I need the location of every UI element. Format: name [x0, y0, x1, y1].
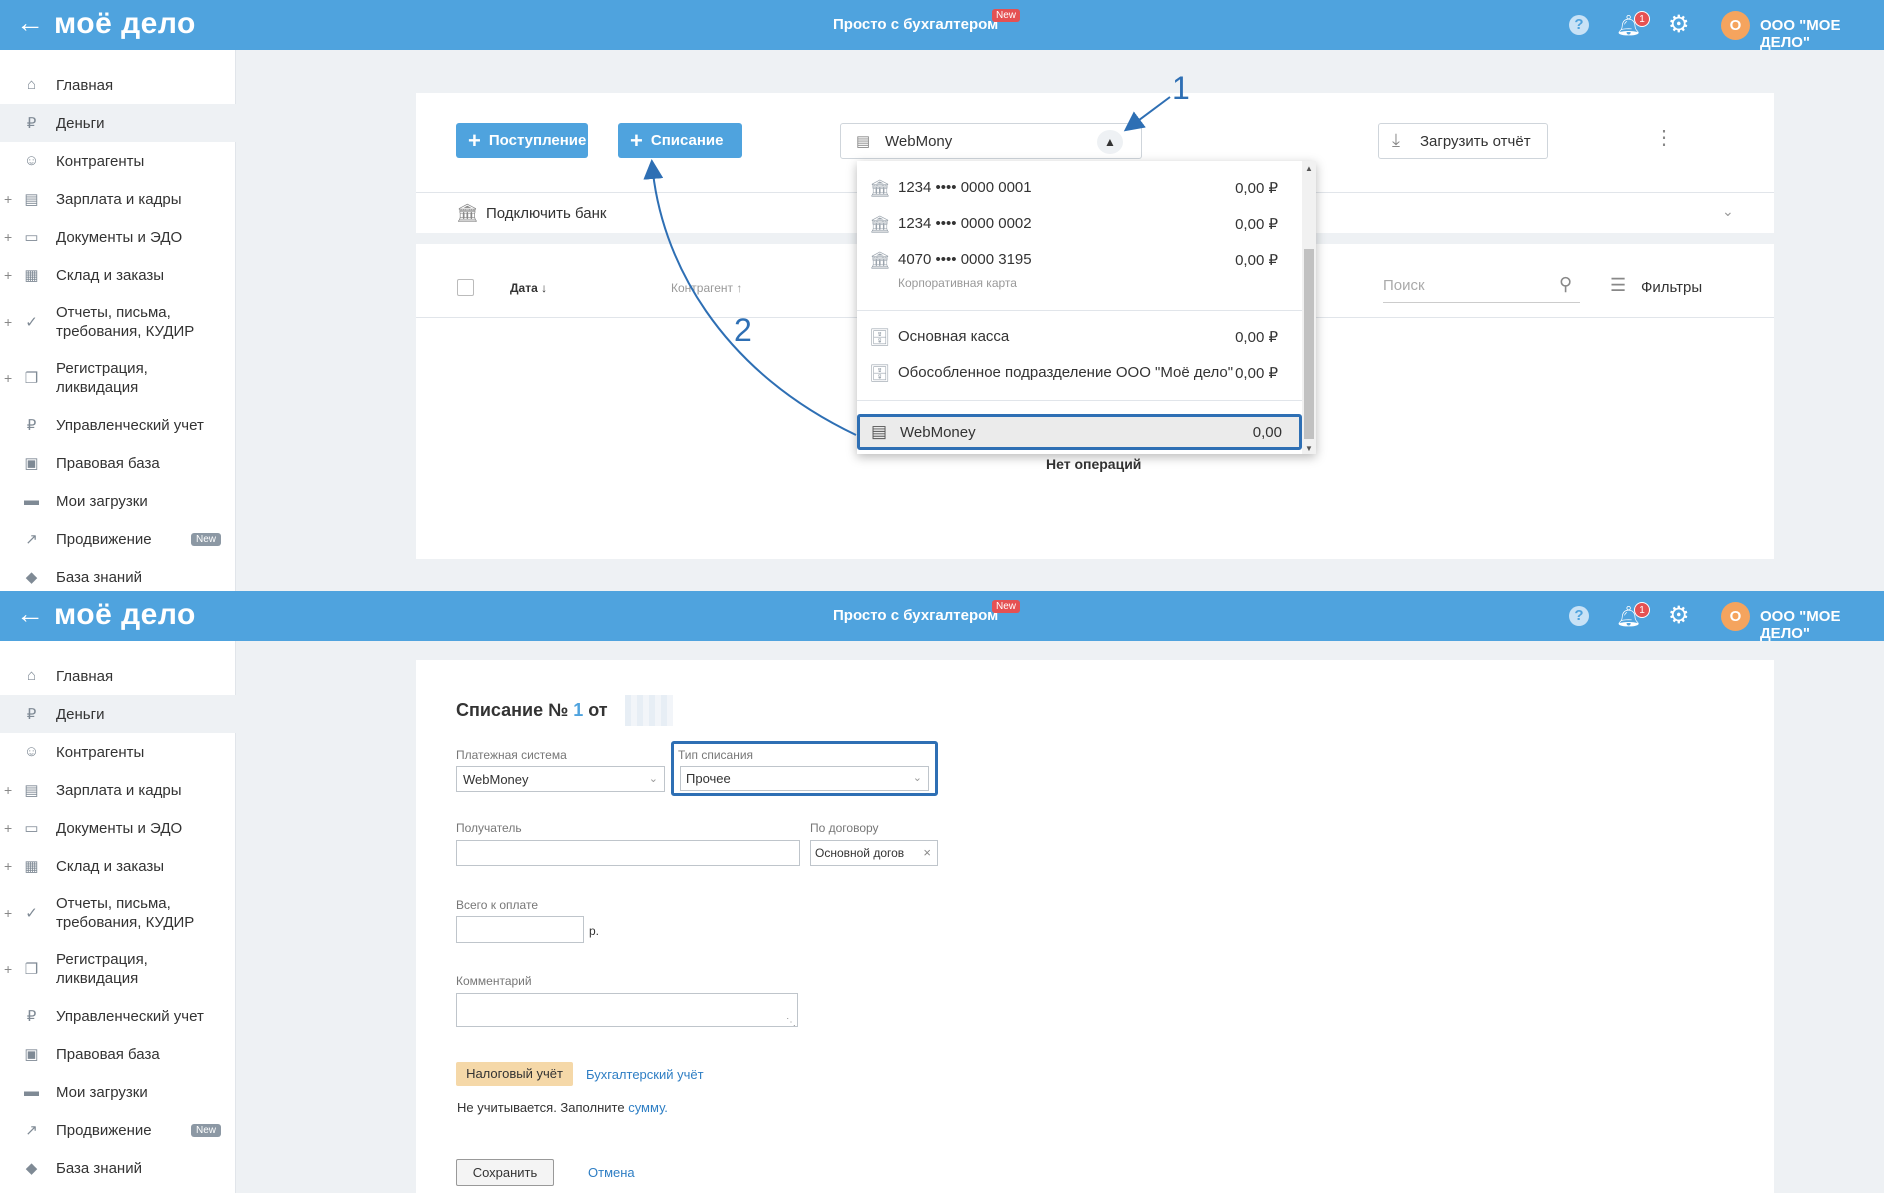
sum-link[interactable]: сумму.: [628, 1100, 668, 1115]
recipient-label: Получатель: [456, 821, 522, 835]
sidebar-item[interactable]: + ▭ Документы и ЭДО: [0, 809, 236, 847]
payment-system-label: Платежная система: [456, 748, 567, 762]
contract-select[interactable]: Основной догов ×: [810, 840, 938, 866]
total-input[interactable]: [456, 916, 584, 943]
back-arrow-icon[interactable]: ←: [16, 600, 44, 628]
sidebar-item[interactable]: ◆ База знаний: [0, 1149, 236, 1187]
sidebar-item-label: Главная: [56, 667, 114, 685]
write-off-type-highlight: Тип списания Прочее ⌄: [671, 741, 938, 796]
expand-plus-icon[interactable]: +: [4, 858, 12, 874]
new-badge: New: [191, 1123, 222, 1137]
sidebar-item-label: Регистрация, ликвидация: [56, 951, 148, 987]
sidebar-item[interactable]: ☺ Контрагенты: [0, 733, 236, 771]
gear-icon[interactable]: ⚙: [1668, 601, 1690, 630]
sidebar-item-label: Продвижение: [56, 1121, 152, 1139]
sidebar-item[interactable]: + ▤ Зарплата и кадры: [0, 771, 236, 809]
warehouse-icon: ▦: [24, 858, 39, 875]
sidebar-item-label: Деньги: [56, 705, 105, 723]
write-off-type-value: Прочее: [686, 771, 731, 786]
sidebar-item[interactable]: ↗ Продвижение New: [0, 1111, 236, 1149]
logo[interactable]: моё дело: [54, 598, 196, 632]
folder-icon: ▬: [24, 1083, 39, 1100]
money-icon: ₽: [26, 706, 37, 723]
save-button[interactable]: Сохранить: [456, 1159, 554, 1186]
annotation-arrow-1: [1123, 96, 1171, 132]
registration-icon: ❐: [24, 961, 39, 978]
payment-system-value: WebMoney: [463, 772, 529, 787]
sidebar-item[interactable]: ₽ Управленческий учет: [0, 997, 236, 1035]
sidebar-item[interactable]: + ❐ Регистрация, ликвидация: [0, 941, 236, 997]
sidebar-item[interactable]: ▬ Мои загрузки: [0, 1073, 236, 1111]
cancel-link[interactable]: Отмена: [588, 1165, 635, 1180]
annotation-2-label: 2: [734, 312, 752, 348]
salary-icon: ▤: [24, 782, 39, 799]
sidebar-item-label: Контрагенты: [56, 743, 145, 761]
expand-plus-icon[interactable]: +: [4, 905, 12, 921]
expand-plus-icon[interactable]: +: [4, 782, 12, 798]
documents-icon: ▭: [24, 820, 39, 837]
expand-plus-icon[interactable]: +: [4, 961, 12, 977]
sidebar-item[interactable]: ⌂ Главная: [0, 657, 236, 695]
resize-handle-icon[interactable]: ⋱: [786, 1017, 796, 1028]
sidebar-item-label: Документы и ЭДО: [56, 819, 183, 837]
annotation-1-label: 1: [1172, 70, 1190, 106]
money-screen: ← моё дело Просто с бухгалтером New ? 🔔︎…: [0, 0, 1884, 591]
sidebar-item-label: Отчеты, письма, требования, КУДИР: [56, 895, 195, 931]
tab-bookkeeping[interactable]: Бухгалтерский учёт: [586, 1067, 704, 1082]
knowledge-icon: ◆: [25, 1160, 38, 1177]
reports-icon: ✓: [25, 905, 38, 922]
form-title: Списание № 1 от: [456, 700, 608, 720]
contract-label: По договору: [810, 821, 879, 835]
help-icon[interactable]: ?: [1569, 606, 1589, 626]
home-icon: ⌂: [26, 667, 37, 684]
sidebar-item-label: Управленческий учет: [56, 1007, 204, 1025]
write-off-type-label: Тип списания: [678, 748, 754, 762]
clear-icon[interactable]: ×: [923, 845, 931, 860]
recipient-input[interactable]: [456, 840, 800, 866]
comment-textarea[interactable]: ⋱: [456, 993, 798, 1028]
tagline[interactable]: Просто с бухгалтером: [833, 607, 998, 624]
sidebar-item[interactable]: ₽ Деньги: [0, 695, 236, 733]
contractors-icon: ☺: [23, 743, 40, 760]
chevron-down-icon: ⌄: [912, 772, 922, 784]
write-off-screen: ← моё дело Просто с бухгалтером New ? 🔔︎…: [0, 591, 1884, 1193]
sidebar: ⌂ Главная ₽ Деньги ☺ Контрагенты + ▤ Зарплата и …: [0, 641, 236, 1193]
comment-label: Комментарий: [456, 974, 532, 988]
sidebar-item-label: База знаний: [56, 1159, 142, 1177]
org-name[interactable]: ООО "МОЕ ДЕЛО": [1760, 608, 1884, 642]
not-counted-note: Не учитывается. Заполните сумму.: [457, 1100, 668, 1115]
new-badge: New: [992, 600, 1021, 613]
sidebar-item-label: Склад и заказы: [56, 857, 165, 875]
top-bar: ← моё дело Просто с бухгалтером New ? 🔔︎…: [0, 591, 1884, 642]
promo-icon: ↗: [25, 1122, 38, 1139]
avatar[interactable]: О: [1721, 602, 1750, 631]
payment-system-select[interactable]: WebMoney ⌄: [456, 766, 665, 792]
sidebar-item[interactable]: + ✓ Отчеты, письма, требования, КУДИР: [0, 885, 236, 941]
management-icon: ₽: [26, 1008, 37, 1025]
sidebar-item-label: Правовая база: [56, 1045, 160, 1063]
chevron-down-icon: ⌄: [648, 773, 658, 785]
expand-plus-icon[interactable]: +: [4, 820, 12, 836]
annotation-arrow-2: [643, 159, 857, 436]
annotation-arrows: [643, 96, 1171, 436]
sidebar-item-label: Зарплата и кадры: [56, 781, 182, 799]
contract-value: Основной догов: [815, 846, 905, 860]
blurred-date: [625, 695, 673, 726]
law-icon: ▣: [24, 1046, 39, 1063]
sidebar-item[interactable]: + ▦ Склад и заказы: [0, 847, 236, 885]
notification-count-badge: 1: [1634, 602, 1650, 618]
sidebar-item[interactable]: ▣ Правовая база: [0, 1035, 236, 1073]
sidebar-item-label: Мои загрузки: [56, 1083, 148, 1101]
write-off-type-select[interactable]: Прочее ⌄: [680, 766, 929, 791]
total-label: Всего к оплате: [456, 898, 539, 912]
currency-label: р.: [589, 924, 600, 938]
tab-tax-accounting[interactable]: Налоговый учёт: [456, 1062, 573, 1086]
